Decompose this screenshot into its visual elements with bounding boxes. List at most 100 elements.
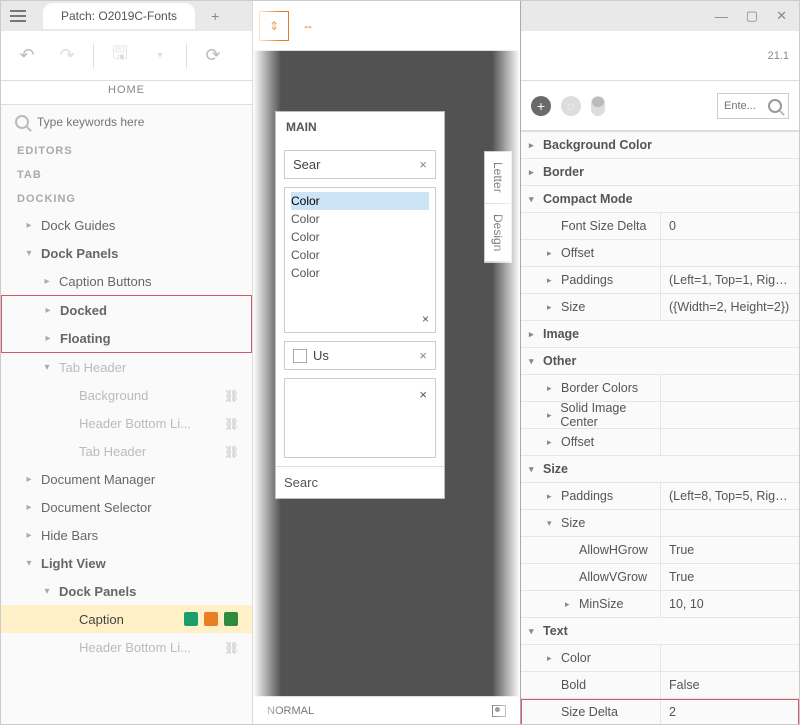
right-info-bar: 21.1 [521, 31, 799, 81]
property-search[interactable] [717, 93, 789, 119]
node-hide-bars[interactable]: Hide Bars [1, 521, 252, 549]
checkbox-row[interactable]: Us × [284, 341, 436, 370]
status-bar: NORMAL [253, 696, 520, 724]
node-document-selector[interactable]: Document Selector [1, 493, 252, 521]
node-docked[interactable]: Docked [2, 296, 251, 324]
prop-text-color[interactable]: ▸Color [521, 645, 799, 672]
search-row [1, 105, 252, 139]
redo-button[interactable]: ↷ [49, 38, 85, 74]
left-toolbar: ↶ ↷ 🖫 ▾ ⟳ [1, 31, 252, 81]
node-tab-header[interactable]: Tab Header [1, 353, 252, 381]
prop-font-size-delta[interactable]: ▸Font Size Delta0 [521, 213, 799, 240]
canvas-area: ⇕ ⇔ MAIN Sear× Color Color Color Color C… [253, 1, 521, 724]
prop-paddings-size[interactable]: ▸Paddings(Left=8, Top=5, Right... [521, 483, 799, 510]
hamburger-icon[interactable] [1, 1, 35, 31]
node-floating[interactable]: Floating [2, 324, 251, 352]
prop-size-delta[interactable]: ▸Size Delta2 [521, 699, 799, 724]
prop-min-size[interactable]: ▸MinSize10, 10 [521, 591, 799, 618]
property-search-input[interactable] [724, 100, 762, 112]
prop-allow-h-grow[interactable]: ▸AllowHGrowTrue [521, 537, 799, 564]
node-header-bottom-line[interactable]: Header Bottom Li... [1, 409, 252, 437]
add-button[interactable]: + [531, 96, 551, 116]
search-icon [15, 115, 29, 129]
layout-tool-1[interactable]: ⇕ [259, 11, 289, 41]
link-icon [224, 388, 238, 402]
list-item[interactable]: Color [291, 264, 429, 282]
home-tab[interactable]: HOME [1, 81, 252, 105]
clear-icon[interactable]: × [419, 157, 427, 172]
section-docking: DOCKING [1, 187, 252, 211]
checkbox-icon[interactable] [293, 349, 307, 363]
list-item[interactable]: Color [291, 210, 429, 228]
prop-offset-other[interactable]: ▸Offset [521, 429, 799, 456]
group-background-color[interactable]: ▸Background Color [521, 132, 799, 159]
group-image[interactable]: ▸Image [521, 321, 799, 348]
node-light-view[interactable]: Light View [1, 549, 252, 577]
node-dock-panels[interactable]: Dock Panels [1, 239, 252, 267]
save-dropdown[interactable]: ▾ [142, 38, 178, 74]
group-border[interactable]: ▸Border [521, 159, 799, 186]
group-text[interactable]: ▾Text [521, 618, 799, 645]
node-caption-buttons[interactable]: Caption Buttons [1, 267, 252, 295]
link-icon [224, 444, 238, 458]
window-controls: — ▢ ✕ [521, 1, 799, 31]
prop-allow-v-grow[interactable]: ▸AllowVGrowTrue [521, 564, 799, 591]
prop-border-colors[interactable]: ▸Border Colors [521, 375, 799, 402]
mid-toolbar: ⇕ ⇔ [253, 1, 520, 51]
prop-bold[interactable]: ▸BoldFalse [521, 672, 799, 699]
node-tab-header-leaf[interactable]: Tab Header [1, 437, 252, 465]
node-caption-selected[interactable]: Caption [1, 605, 252, 633]
list-item[interactable]: Color [291, 192, 429, 210]
empty-slot: × [284, 378, 436, 458]
prop-paddings-compact[interactable]: ▸Paddings(Left=1, Top=1, Right... [521, 267, 799, 294]
group-compact-mode[interactable]: ▾Compact Mode [521, 186, 799, 213]
toggle-switch[interactable] [591, 96, 605, 116]
minimize-icon[interactable]: — [715, 9, 728, 24]
search-icon [768, 99, 782, 113]
tree-view: EDITORS TAB DOCKING Dock Guides Dock Pan… [1, 139, 252, 724]
prop-offset[interactable]: ▸Offset [521, 240, 799, 267]
side-tab-design[interactable]: Design [485, 204, 511, 262]
left-title-bar: Patch: O2019C-Fonts + [1, 1, 252, 31]
close-icon[interactable]: ✕ [776, 8, 787, 24]
preview-dialog: MAIN Sear× Color Color Color Color Color… [275, 111, 445, 499]
refresh-button[interactable]: ⟳ [195, 38, 231, 74]
prop-size-expanded[interactable]: ▾Size [521, 510, 799, 537]
side-tab-letter[interactable]: Letter [485, 152, 511, 204]
search-field[interactable]: Sear× [284, 150, 436, 179]
side-tabs: Letter Design [484, 151, 512, 263]
dialog-title: MAIN [276, 112, 444, 142]
section-editors: EDITORS [1, 139, 252, 163]
list-item[interactable]: Color [291, 246, 429, 264]
save-button[interactable]: 🖫 [102, 38, 138, 74]
badge-orange-icon [204, 612, 218, 626]
section-tab: TAB [1, 163, 252, 187]
undo-button[interactable]: ↶ [9, 38, 45, 74]
right-tools: + ◌ [521, 81, 799, 131]
color-list[interactable]: Color Color Color Color Color × [284, 187, 436, 333]
search-input[interactable] [37, 115, 197, 129]
new-tab-button[interactable]: + [211, 8, 219, 24]
node-lv-header-bottom[interactable]: Header Bottom Li... [1, 633, 252, 661]
badge-darkgreen-icon [224, 612, 238, 626]
clear-icon[interactable]: × [419, 387, 427, 402]
version-label: 21.1 [768, 50, 789, 62]
node-dock-guides[interactable]: Dock Guides [1, 211, 252, 239]
clear-icon[interactable]: × [419, 348, 427, 363]
node-document-manager[interactable]: Document Manager [1, 465, 252, 493]
clear-icon[interactable]: × [422, 312, 429, 326]
maximize-icon[interactable]: ▢ [746, 8, 758, 24]
prop-size-compact[interactable]: ▸Size({Width=2, Height=2}) [521, 294, 799, 321]
list-item[interactable]: Color [291, 228, 429, 246]
document-tab[interactable]: Patch: O2019C-Fonts [43, 3, 195, 29]
status-mode: NORMAL [267, 705, 314, 717]
layout-tool-2[interactable]: ⇔ [293, 11, 323, 41]
node-lightview-dock-panels[interactable]: Dock Panels [1, 577, 252, 605]
image-icon[interactable] [492, 705, 506, 717]
caption-badges [184, 612, 238, 626]
group-size[interactable]: ▾Size [521, 456, 799, 483]
node-background[interactable]: Background [1, 381, 252, 409]
prop-solid-image-center[interactable]: ▸Solid Image Center [521, 402, 799, 429]
group-other[interactable]: ▾Other [521, 348, 799, 375]
tool-button[interactable]: ◌ [561, 96, 581, 116]
